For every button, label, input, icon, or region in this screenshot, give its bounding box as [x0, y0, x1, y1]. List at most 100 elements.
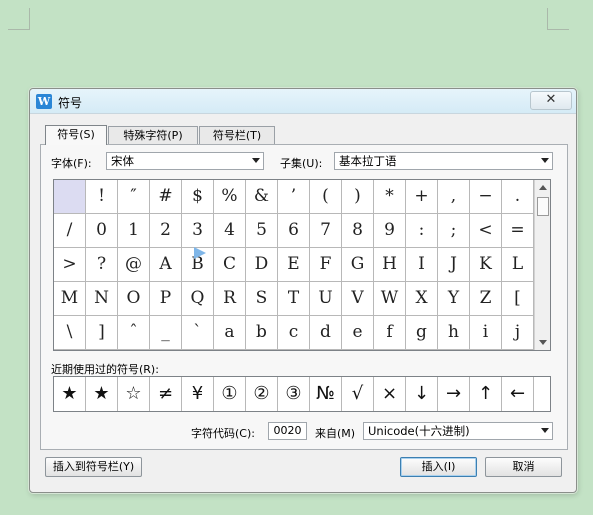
symbol-cell[interactable]: )	[342, 180, 374, 214]
symbol-cell[interactable]: A	[150, 248, 182, 282]
symbol-cell[interactable]: %	[214, 180, 246, 214]
font-select[interactable]: 宋体	[106, 152, 264, 170]
recent-symbol-cell[interactable]: ¥	[182, 377, 214, 411]
symbol-cell[interactable]: H	[374, 248, 406, 282]
tab-symbol-bar[interactable]: 符号栏(T)	[199, 126, 275, 144]
symbol-cell[interactable]: 9	[374, 214, 406, 248]
symbol-cell[interactable]: 8	[342, 214, 374, 248]
symbol-cell[interactable]: L	[502, 248, 534, 282]
symbol-cell[interactable]: >	[54, 248, 86, 282]
recent-symbol-cell[interactable]: ×	[374, 377, 406, 411]
recent-symbol-cell[interactable]: ↑	[470, 377, 502, 411]
symbol-cell[interactable]: 2	[150, 214, 182, 248]
symbol-cell[interactable]: g	[406, 316, 438, 350]
symbol-cell[interactable]: W	[374, 282, 406, 316]
symbol-cell[interactable]: @	[118, 248, 150, 282]
recent-symbol-cell[interactable]: №	[310, 377, 342, 411]
symbol-cell[interactable]: (	[310, 180, 342, 214]
symbol-cell[interactable]: h	[438, 316, 470, 350]
symbol-cell[interactable]: X	[406, 282, 438, 316]
recent-symbol-cell[interactable]: ☆	[118, 377, 150, 411]
symbol-cell[interactable]: =	[502, 214, 534, 248]
recent-symbol-cell[interactable]: ②	[246, 377, 278, 411]
cancel-button[interactable]: 取消	[485, 457, 562, 477]
scroll-thumb[interactable]	[537, 197, 549, 216]
recent-symbol-cell[interactable]: →	[438, 377, 470, 411]
symbol-cell[interactable]: Y	[438, 282, 470, 316]
symbol-cell[interactable]: P	[150, 282, 182, 316]
symbol-cell[interactable]: 7	[310, 214, 342, 248]
char-code-input[interactable]: 0020	[268, 422, 307, 440]
symbol-cell[interactable]: j	[502, 316, 534, 350]
symbol-cell[interactable]: ?	[86, 248, 118, 282]
from-select[interactable]: Unicode(十六进制)	[363, 422, 553, 440]
symbol-cell[interactable]: ;	[438, 214, 470, 248]
symbol-cell[interactable]: ˆ	[118, 316, 150, 350]
symbol-cell[interactable]: G	[342, 248, 374, 282]
scroll-up-icon[interactable]	[539, 185, 547, 190]
symbol-cell[interactable]: 0	[86, 214, 118, 248]
scroll-down-icon[interactable]	[539, 340, 547, 345]
tab-symbols[interactable]: 符号(S)	[45, 125, 107, 145]
title-bar[interactable]: W 符号 ✕	[30, 89, 576, 114]
symbol-cell[interactable]: ’	[278, 180, 310, 214]
symbol-cell[interactable]: Q	[182, 282, 214, 316]
symbol-cell[interactable]: i	[470, 316, 502, 350]
tab-special-characters[interactable]: 特殊字符(P)	[108, 126, 198, 144]
recent-symbol-cell[interactable]: ①	[214, 377, 246, 411]
symbol-cell[interactable]: $	[182, 180, 214, 214]
symbol-cell[interactable]: C	[214, 248, 246, 282]
symbol-cell[interactable]: N	[86, 282, 118, 316]
symbol-cell[interactable]: J	[438, 248, 470, 282]
symbol-cell[interactable]: .	[502, 180, 534, 214]
grid-scrollbar[interactable]	[534, 180, 550, 350]
symbol-cell[interactable]: !	[86, 180, 118, 214]
symbol-cell[interactable]: /	[54, 214, 86, 248]
symbol-cell[interactable]: <	[470, 214, 502, 248]
symbol-cell[interactable]: \	[54, 316, 86, 350]
symbol-cell[interactable]: &	[246, 180, 278, 214]
symbol-cell[interactable]: R	[214, 282, 246, 316]
symbol-cell[interactable]: F	[310, 248, 342, 282]
symbol-cell[interactable]: 4	[214, 214, 246, 248]
symbol-cell[interactable]: b	[246, 316, 278, 350]
recent-symbol-cell[interactable]: ←	[502, 377, 534, 411]
symbol-cell[interactable]: 5	[246, 214, 278, 248]
symbol-cell[interactable]: K	[470, 248, 502, 282]
symbol-cell[interactable]: I	[406, 248, 438, 282]
symbol-cell[interactable]: e	[342, 316, 374, 350]
symbol-cell[interactable]: M	[54, 282, 86, 316]
symbol-cell[interactable]: +	[406, 180, 438, 214]
symbol-cell[interactable]: D	[246, 248, 278, 282]
symbol-cell[interactable]: ]	[86, 316, 118, 350]
symbol-cell[interactable]: [	[502, 282, 534, 316]
symbol-cell[interactable]: 3	[182, 214, 214, 248]
symbol-cell[interactable]: *	[374, 180, 406, 214]
subset-select[interactable]: 基本拉丁语	[334, 152, 553, 170]
symbol-cell[interactable]: Z	[470, 282, 502, 316]
recent-symbol-cell[interactable]: √	[342, 377, 374, 411]
symbol-cell[interactable]: ,	[438, 180, 470, 214]
symbol-cell[interactable]: d	[310, 316, 342, 350]
symbol-cell[interactable]: 6	[278, 214, 310, 248]
recent-symbol-cell[interactable]: ③	[278, 377, 310, 411]
symbol-cell[interactable]: a	[214, 316, 246, 350]
symbol-cell[interactable]: _	[150, 316, 182, 350]
recent-symbol-cell[interactable]: ≠	[150, 377, 182, 411]
symbol-cell[interactable]: V	[342, 282, 374, 316]
symbol-cell[interactable]: −	[470, 180, 502, 214]
symbol-cell[interactable]: c	[278, 316, 310, 350]
symbol-cell[interactable]: f	[374, 316, 406, 350]
symbol-cell[interactable]: U	[310, 282, 342, 316]
recent-symbol-cell[interactable]: ★	[54, 377, 86, 411]
symbol-cell[interactable]: S	[246, 282, 278, 316]
recent-symbol-cell[interactable]: ↓	[406, 377, 438, 411]
close-button[interactable]: ✕	[530, 91, 572, 110]
symbol-cell[interactable]: T	[278, 282, 310, 316]
recent-symbol-cell[interactable]: ★	[86, 377, 118, 411]
insert-to-symbol-bar-button[interactable]: 插入到符号栏(Y)	[45, 457, 142, 477]
insert-button[interactable]: 插入(I)	[400, 457, 477, 477]
symbol-cell[interactable]: #	[150, 180, 182, 214]
symbol-cell[interactable]: 1	[118, 214, 150, 248]
symbol-cell[interactable]: `	[182, 316, 214, 350]
